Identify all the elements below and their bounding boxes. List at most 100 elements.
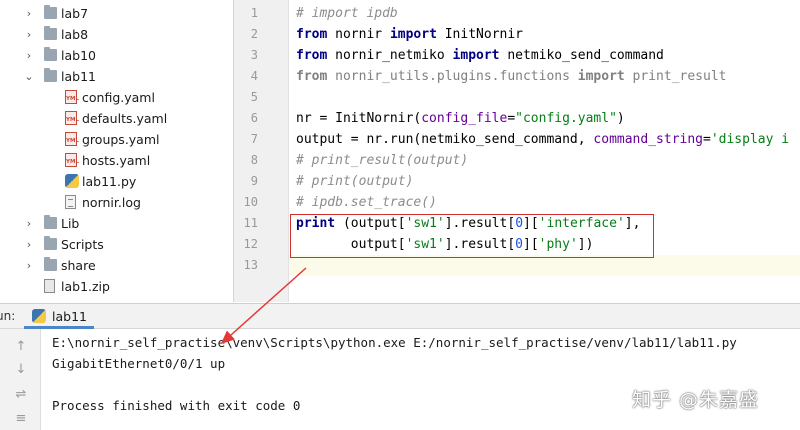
chevron-right-icon[interactable]: › [24, 45, 34, 66]
code-line[interactable]: # print_result(output) [296, 150, 468, 171]
code-token: import [577, 69, 625, 84]
folder-icon [44, 236, 57, 250]
code-token: = [703, 132, 711, 147]
code-token: nr = InitNornir( [296, 111, 422, 126]
python-file-icon [32, 309, 46, 323]
current-line-highlight [289, 255, 800, 276]
tree-item-label: nornir.log [82, 195, 141, 210]
project-tree: › lab7 › lab8 › lab10 ⌄ lab11 YML config.yaml YML d… [0, 0, 234, 302]
tree-item-label: lab10 [61, 48, 96, 63]
code-line[interactable]: output = nr.run(netmiko_send_command, co… [296, 129, 789, 150]
tree-item-label: lab7 [61, 6, 89, 21]
code-token: # print_result(output) [296, 153, 469, 168]
code-token: "config.yaml" [515, 111, 617, 126]
run-panel-label: un: [0, 309, 16, 323]
scroll-to-end-icon[interactable]: ≡ [13, 411, 29, 427]
code-line[interactable]: from nornir_utils.plugins.functions impo… [296, 66, 726, 87]
line-number: 4 [250, 69, 258, 83]
run-panel-header: un: lab11 [0, 303, 800, 329]
code-token: command_string [593, 132, 703, 147]
line-number: 7 [250, 132, 258, 146]
code-token: InitNornir [436, 27, 523, 42]
line-number-gutter: 1 2 3 4 5 6 7 8 9 10 11 12 13 [234, 0, 289, 302]
line-number: 9 [250, 174, 258, 188]
folder-icon [44, 215, 57, 229]
tree-item-lab11-py[interactable]: lab11.py [0, 171, 233, 192]
tree-item-label: config.yaml [82, 90, 155, 105]
watermark: 知乎 @朱嘉盛 [632, 389, 760, 411]
tree-item-label: lab11.py [82, 174, 137, 189]
code-line[interactable]: from nornir_netmiko import netmiko_send_… [296, 45, 664, 66]
chevron-down-icon[interactable]: ⌄ [24, 66, 34, 87]
code-token: print_result [624, 69, 727, 84]
code-token: output = nr.run(netmiko_send_command, [296, 132, 594, 147]
yaml-file-icon: YML [65, 153, 79, 167]
code-token: config_file [421, 111, 508, 126]
line-number: 12 [243, 237, 258, 251]
yaml-file-icon: YML [65, 132, 79, 146]
python-file-icon [65, 174, 79, 188]
code-line[interactable]: from nornir import InitNornir [296, 24, 523, 45]
scroll-down-icon[interactable]: ↓ [13, 362, 29, 378]
tree-item-label: Lib [61, 216, 80, 231]
run-tab-lab11[interactable]: lab11 [24, 304, 94, 329]
code-token: nornir_utils.plugins.functions [327, 69, 578, 84]
run-console[interactable]: E:\nornir_self_practise\venv\Scripts\pyt… [41, 329, 800, 430]
code-token: nornir_netmiko [327, 48, 453, 63]
highlight-box [290, 214, 654, 258]
tree-item-label: groups.yaml [82, 132, 160, 147]
tree-item-share[interactable]: › share [0, 255, 233, 276]
tree-item-lab7[interactable]: › lab7 [0, 3, 233, 24]
code-token: netmiko_send_command [499, 48, 664, 63]
tree-item-config-yaml[interactable]: YML config.yaml [0, 87, 233, 108]
tree-item-lab8[interactable]: › lab8 [0, 24, 233, 45]
tree-item-hosts-yaml[interactable]: YML hosts.yaml [0, 150, 233, 171]
tree-item-lab1-zip[interactable]: lab1.zip [0, 276, 233, 297]
tree-item-lab11[interactable]: ⌄ lab11 [0, 66, 233, 87]
code-token: from [296, 69, 328, 84]
code-line[interactable]: # ipdb.set_trace() [296, 192, 437, 213]
chevron-right-icon[interactable]: › [24, 255, 34, 276]
chevron-right-icon[interactable]: › [24, 3, 34, 24]
code-token: import [452, 48, 500, 63]
zip-file-icon [44, 279, 55, 293]
console-line: Process finished with exit code 0 [52, 398, 301, 413]
folder-icon [44, 47, 57, 61]
code-line[interactable]: # print(output) [296, 171, 413, 192]
line-number: 11 [243, 216, 258, 230]
tree-item-label: share [61, 258, 96, 273]
folder-icon [44, 68, 57, 82]
code-line[interactable]: nr = InitNornir(config_file="config.yaml… [296, 108, 625, 129]
tree-item-lib[interactable]: › Lib [0, 213, 233, 234]
log-file-icon [65, 195, 76, 209]
tree-item-label: lab1.zip [61, 279, 110, 294]
folder-icon [44, 26, 57, 40]
chevron-right-icon[interactable]: › [24, 24, 34, 45]
line-number: 1 [250, 6, 258, 20]
tree-item-nornir-log[interactable]: nornir.log [0, 192, 233, 213]
code-token: nornir [327, 27, 390, 42]
code-token: from [296, 27, 328, 42]
line-number: 10 [243, 195, 258, 209]
code-token: # ipdb.set_trace() [296, 195, 437, 210]
tree-item-lab10[interactable]: › lab10 [0, 45, 233, 66]
code-token: from [296, 48, 328, 63]
line-number: 13 [243, 258, 258, 272]
wrap-icon[interactable]: ⇌ [13, 387, 29, 403]
line-number: 6 [250, 111, 258, 125]
line-number: 8 [250, 153, 258, 167]
tree-item-defaults-yaml[interactable]: YML defaults.yaml [0, 108, 233, 129]
chevron-right-icon[interactable]: › [24, 234, 34, 255]
tree-item-label: defaults.yaml [82, 111, 168, 126]
tree-item-label: lab11 [61, 69, 96, 84]
tree-item-label: hosts.yaml [82, 153, 151, 168]
console-line: E:\nornir_self_practise\venv\Scripts\pyt… [52, 335, 737, 350]
line-number: 3 [250, 48, 258, 62]
tree-item-scripts[interactable]: › Scripts [0, 234, 233, 255]
run-toolbar: ↑ ↓ ⇌ ≡ [0, 329, 41, 430]
chevron-right-icon[interactable]: › [24, 213, 34, 234]
run-tab-label: lab11 [52, 309, 87, 324]
tree-item-groups-yaml[interactable]: YML groups.yaml [0, 129, 233, 150]
scroll-up-icon[interactable]: ↑ [13, 339, 29, 355]
code-line[interactable]: # import ipdb [296, 3, 398, 24]
